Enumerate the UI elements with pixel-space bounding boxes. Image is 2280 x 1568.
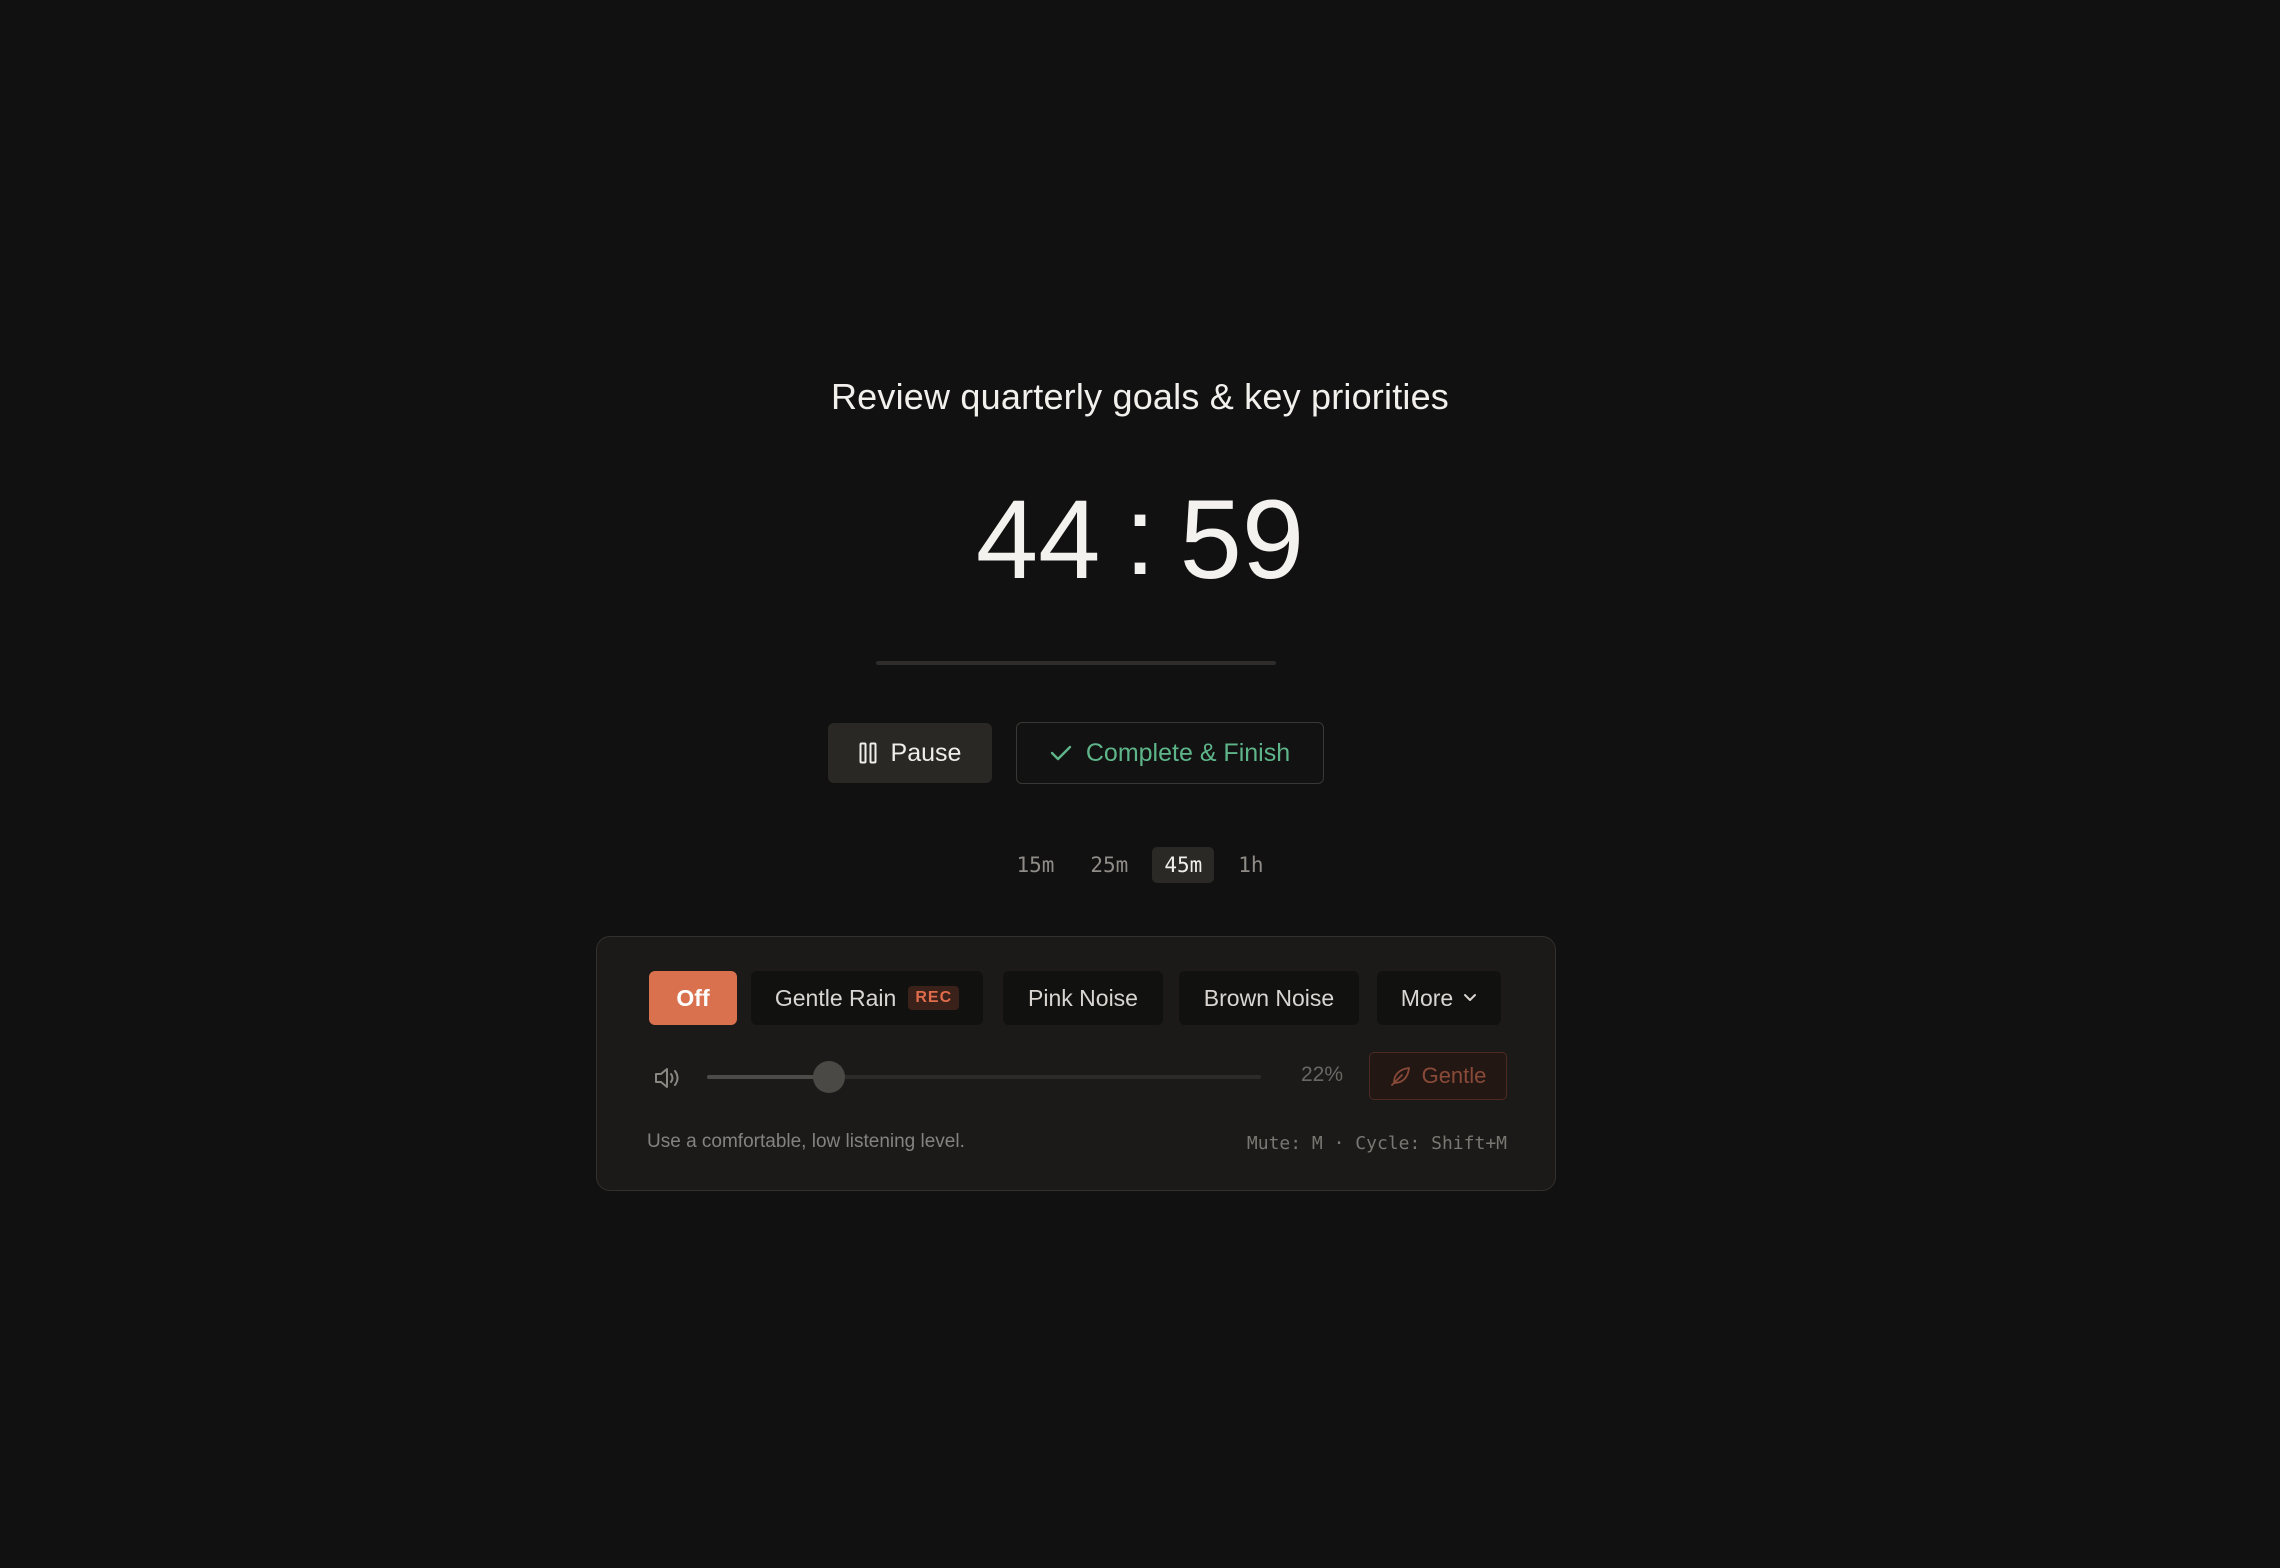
recommended-badge: REC [908,986,960,1010]
timer-minutes: 44 [975,477,1101,602]
keyboard-shortcuts-hint: Mute: M · Cycle: Shift+M [1246,1133,1507,1154]
more-sounds-dropdown[interactable]: More [1377,971,1501,1025]
gentle-label: Gentle [1421,1063,1487,1088]
leaf-icon [1390,1067,1410,1086]
sound-off-button[interactable]: Off [649,971,737,1025]
volume-slider[interactable] [707,1061,1261,1093]
task-title: Review quarterly goals & key priorities [830,376,1450,417]
more-label: More [1400,984,1454,1011]
complete-finish-button[interactable]: Complete & Finish [1016,722,1324,784]
chevron-down-icon [1464,994,1477,1001]
listening-level-hint: Use a comfortable, low listening level. [647,1131,965,1152]
volume-icon[interactable] [653,1065,683,1091]
countdown-timer: 44 : 59 [0,480,2280,600]
duration-25m[interactable]: 25m [1078,847,1140,883]
gentle-rain-label: Gentle Rain [774,984,897,1011]
pause-label: Pause [890,738,962,767]
volume-slider-fill [707,1075,829,1079]
duration-45m[interactable]: 45m [1152,847,1215,883]
gentle-mode-button[interactable]: Gentle [1369,1052,1507,1100]
sound-brown-noise-button[interactable]: Brown Noise [1179,971,1359,1025]
check-icon [1050,745,1072,761]
volume-slider-thumb[interactable] [812,1061,845,1093]
complete-label: Complete & Finish [1085,738,1291,767]
pause-icon [859,742,877,764]
duration-presets: 15m 25m 45m 1h [0,847,2280,883]
duration-15m[interactable]: 15m [1004,847,1066,883]
focus-timer-screen: Review quarterly goals & key priorities … [0,0,2280,1568]
timer-seconds: 59 [1179,477,1305,602]
ambient-sound-panel: Off Gentle Rain REC Pink Noise Brown Noi… [596,936,1556,1191]
sound-pink-noise-button[interactable]: Pink Noise [1003,971,1163,1025]
timer-separator: : [1124,473,1156,598]
duration-1h[interactable]: 1h [1226,847,1275,883]
pause-button[interactable]: Pause [828,723,992,783]
volume-percent: 22% [1300,1063,1343,1086]
timer-progress-bar [876,661,1276,665]
sound-gentle-rain-button[interactable]: Gentle Rain REC [751,971,983,1025]
